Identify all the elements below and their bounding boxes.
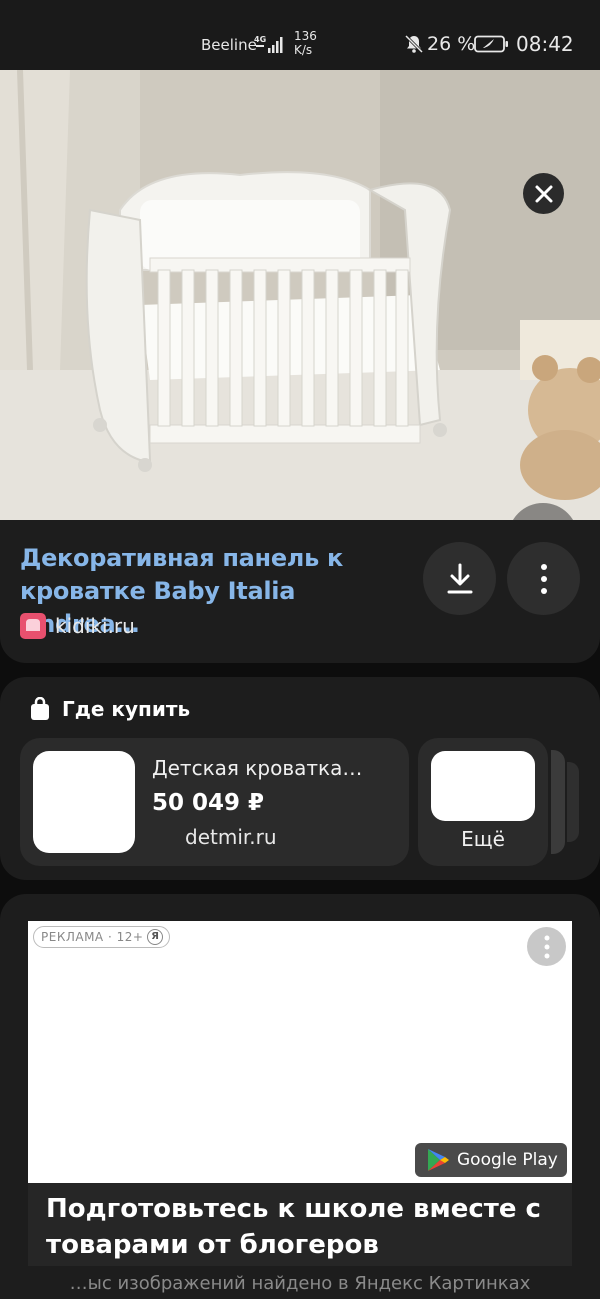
offer-price: 50 049 ₽ bbox=[152, 790, 265, 816]
ad-badge: РЕКЛАМА · 12+ Я bbox=[33, 926, 171, 948]
google-play-icon bbox=[428, 1149, 449, 1171]
more-offers-label: Ещё bbox=[461, 827, 505, 851]
footer-text: …ыс изображений найдено в Яндекс Картинк… bbox=[69, 1273, 531, 1294]
preview-image[interactable] bbox=[0, 70, 600, 520]
site-favicon-icon bbox=[20, 613, 46, 639]
yandex-logo-icon: Я bbox=[147, 929, 164, 945]
google-play-label: Google Play bbox=[457, 1150, 558, 1170]
download-icon bbox=[447, 563, 472, 593]
where-to-buy-header: Где купить bbox=[30, 697, 190, 721]
ad-badge-label: РЕКЛАМА · 12+ bbox=[41, 930, 144, 944]
where-to-buy-section: Где купить Детская кроватка… 50 049 ₽ de… bbox=[0, 677, 600, 880]
result-source[interactable]: kidiki.ru bbox=[20, 613, 135, 639]
speed-value: 136 bbox=[294, 29, 317, 43]
card-stack-edge bbox=[567, 762, 579, 842]
ad-banner[interactable]: РЕКЛАМА · 12+ Я Google Play Подготовьтес… bbox=[28, 921, 572, 1266]
speed-unit: K/s bbox=[294, 43, 313, 57]
battery-percent: 26 % bbox=[427, 33, 476, 55]
more-vertical-icon bbox=[544, 935, 549, 958]
status-bar: Beeline 4G 136 K/s 26 % 08:42 bbox=[0, 0, 600, 70]
clock: 08:42 bbox=[516, 32, 574, 56]
shopping-bag-icon bbox=[31, 697, 49, 720]
signal-icon: 4G bbox=[254, 35, 283, 53]
offer-card[interactable]: Детская кроватка… 50 049 ₽ detmir.ru bbox=[20, 738, 409, 866]
download-button[interactable] bbox=[423, 542, 496, 615]
more-offers-thumbnail bbox=[431, 751, 535, 821]
network-speed: 136 K/s bbox=[294, 29, 317, 57]
ad-menu-button[interactable] bbox=[527, 927, 566, 966]
ad-section: РЕКЛАМА · 12+ Я Google Play Подготовьтес… bbox=[0, 894, 600, 1299]
crib-photo bbox=[0, 70, 600, 520]
where-to-buy-title: Где купить bbox=[62, 697, 191, 721]
close-button[interactable] bbox=[523, 173, 564, 214]
offer-thumbnail bbox=[33, 751, 135, 853]
svg-text:4G: 4G bbox=[254, 35, 266, 44]
card-stack-edge bbox=[551, 750, 565, 854]
ad-caption: Подготовьтесь к школе вместе с товарами … bbox=[28, 1183, 572, 1266]
offer-shop: detmir.ru bbox=[185, 825, 277, 849]
offer-title: Детская кроватка… bbox=[152, 756, 363, 780]
result-info: Декоративная панель к кроватке Baby Ital… bbox=[0, 520, 600, 663]
carrier-label: Beeline bbox=[201, 36, 257, 54]
more-options-button[interactable] bbox=[507, 542, 580, 615]
battery-icon bbox=[474, 35, 508, 53]
more-vertical-icon bbox=[540, 563, 547, 594]
source-domain: kidiki.ru bbox=[55, 614, 135, 638]
close-icon bbox=[535, 185, 552, 202]
google-play-badge[interactable]: Google Play bbox=[415, 1143, 567, 1177]
bell-muted-icon bbox=[404, 34, 424, 54]
more-offers-button[interactable]: Ещё bbox=[418, 738, 548, 866]
ad-headline: Подготовьтесь к школе вместе с товарами … bbox=[46, 1194, 541, 1260]
